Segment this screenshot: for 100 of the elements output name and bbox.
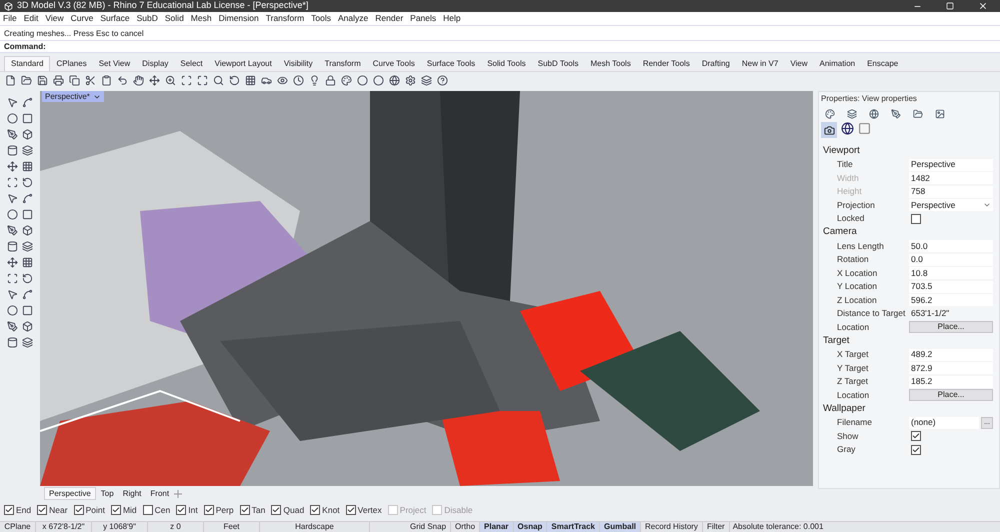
toolbar-tab[interactable]: Surface Tools <box>420 56 482 71</box>
layers-icon[interactable] <box>421 74 432 86</box>
status-toggle[interactable]: Filter <box>702 522 730 532</box>
status-toggle[interactable]: Record History <box>641 522 703 532</box>
value-field[interactable]: 50.0 <box>909 240 993 252</box>
save-icon[interactable] <box>37 74 48 86</box>
viewport-tab[interactable]: Top <box>96 487 118 500</box>
grid-icon[interactable] <box>22 161 33 172</box>
lightbulb-icon[interactable] <box>309 74 320 86</box>
checkbox[interactable] <box>310 505 320 515</box>
circle-icon[interactable] <box>7 209 18 220</box>
menu-item[interactable]: Curve <box>70 12 94 25</box>
circle-icon[interactable] <box>7 305 18 316</box>
rectangle-icon[interactable] <box>22 305 33 316</box>
place-button[interactable]: Place... <box>909 389 993 402</box>
checkbox[interactable] <box>204 505 214 515</box>
toolbar-tab[interactable]: View <box>784 56 814 71</box>
value-field[interactable]: 872.9 <box>909 362 993 374</box>
frame-icon[interactable] <box>858 122 871 135</box>
globe-icon[interactable] <box>389 74 400 86</box>
place-button[interactable]: Place... <box>909 321 993 334</box>
toolbar-tab[interactable]: Solid Tools <box>481 56 532 71</box>
menu-item[interactable]: Analyze <box>338 12 368 25</box>
cylinder-icon[interactable] <box>7 145 18 156</box>
toolbar-tab[interactable]: Viewport Layout <box>208 56 278 71</box>
checkbox[interactable] <box>911 214 921 224</box>
status-toggle[interactable]: Grid Snap <box>406 522 452 532</box>
menu-item[interactable]: Render <box>375 12 404 25</box>
toolbar-tab[interactable]: CPlanes <box>50 56 93 71</box>
status-toggle[interactable]: SmartTrack <box>547 522 600 532</box>
toolbar-tab[interactable]: Render Tools <box>636 56 696 71</box>
camera-tab-icon[interactable] <box>821 122 837 138</box>
rotate-icon[interactable] <box>229 74 240 86</box>
layers-icon[interactable] <box>22 241 33 252</box>
menu-item[interactable]: File <box>3 12 17 25</box>
viewport-tab[interactable]: Front <box>146 487 174 500</box>
picture-icon[interactable] <box>935 109 945 119</box>
gear-icon[interactable] <box>405 74 416 86</box>
checkbox[interactable] <box>346 505 356 515</box>
layers-icon[interactable] <box>22 145 33 156</box>
dropdown-field[interactable]: Perspective <box>909 199 993 212</box>
eye-icon[interactable] <box>277 74 288 86</box>
pen-icon[interactable] <box>7 321 18 332</box>
undo-icon[interactable] <box>117 74 128 86</box>
rectangle-icon[interactable] <box>22 209 33 220</box>
checkbox[interactable] <box>110 505 121 515</box>
clock-icon[interactable] <box>293 74 304 86</box>
checkbox[interactable] <box>271 505 282 515</box>
move-icon[interactable] <box>7 161 18 172</box>
circle-icon[interactable] <box>7 113 18 124</box>
menu-item[interactable]: SubD <box>136 12 158 25</box>
pointer-icon[interactable] <box>7 97 18 108</box>
toolbar-tab[interactable]: SubD Tools <box>532 56 584 71</box>
value-field[interactable]: 10.8 <box>909 267 993 280</box>
toolbar-tab[interactable]: Curve Tools <box>366 56 421 71</box>
toolbar-tab[interactable]: Visibility <box>278 56 319 71</box>
scan-icon[interactable] <box>7 273 18 284</box>
layers-icon[interactable] <box>22 337 33 348</box>
menu-item[interactable]: Solid <box>164 12 184 25</box>
cylinder-icon[interactable] <box>7 241 18 252</box>
menu-item[interactable]: Dimension <box>218 12 259 25</box>
grid-icon[interactable] <box>245 74 256 86</box>
viewport-tab[interactable]: Perspective <box>44 487 96 500</box>
toolbar-tab[interactable]: Select <box>174 56 209 71</box>
checkbox[interactable] <box>911 444 921 455</box>
checkbox[interactable] <box>142 505 153 515</box>
status-toggle[interactable]: Planar <box>480 522 514 532</box>
globe-icon[interactable] <box>869 109 879 119</box>
move-icon[interactable] <box>7 257 18 268</box>
rotate-icon[interactable] <box>22 177 33 188</box>
status-toggle[interactable]: Gumball <box>600 522 642 532</box>
menu-item[interactable]: Panels <box>410 12 436 25</box>
curve-icon[interactable] <box>22 289 33 300</box>
toolbar-tab[interactable]: Drafting <box>696 56 736 71</box>
command-field[interactable]: Command: <box>0 41 1000 53</box>
viewport-title-tab[interactable]: Perspective* <box>42 91 104 102</box>
close-icon[interactable] <box>978 1 988 11</box>
box-icon[interactable] <box>22 225 33 236</box>
toolbar-tab[interactable]: Mesh Tools <box>584 56 637 71</box>
menu-item[interactable]: Tools <box>311 12 332 25</box>
value-field[interactable]: Perspective <box>909 158 993 171</box>
layers-icon[interactable] <box>847 109 857 119</box>
pointer-icon[interactable] <box>7 193 18 204</box>
folder-icon[interactable] <box>913 109 923 119</box>
palette-icon[interactable] <box>341 74 352 86</box>
toolbar-tab[interactable]: Standard <box>4 56 50 71</box>
scan-icon[interactable] <box>7 177 18 188</box>
checkbox[interactable] <box>4 505 14 515</box>
lock-icon[interactable] <box>325 74 336 86</box>
menu-item[interactable]: Mesh <box>190 12 212 25</box>
menu-item[interactable]: View <box>45 12 64 25</box>
value-field[interactable]: 596.2 <box>909 294 993 306</box>
checkbox[interactable] <box>240 505 250 515</box>
cylinder-icon[interactable] <box>7 337 18 348</box>
menu-item[interactable]: Surface <box>100 12 130 25</box>
pointer-icon[interactable] <box>7 289 18 300</box>
hand-icon[interactable] <box>133 74 144 86</box>
pen-icon[interactable] <box>891 109 901 119</box>
menu-item[interactable]: Transform <box>266 12 304 25</box>
copy-icon[interactable] <box>69 74 80 86</box>
